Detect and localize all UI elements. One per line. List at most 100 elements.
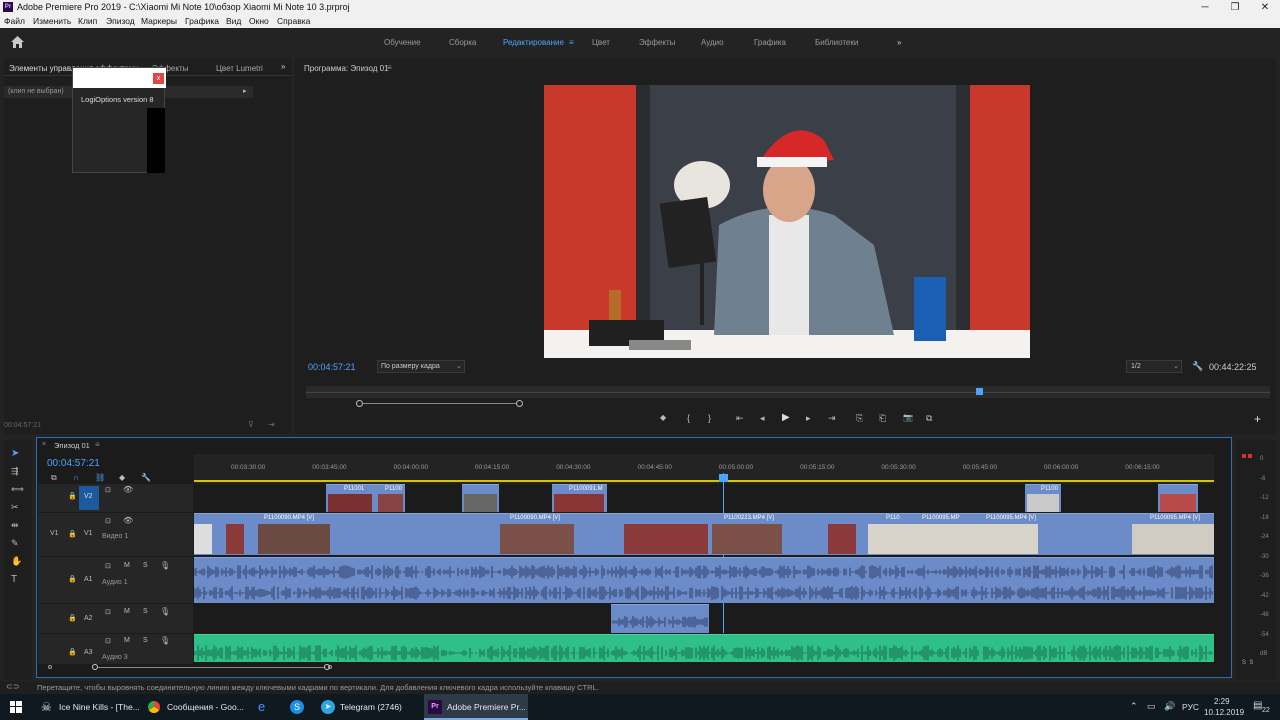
eye-icon[interactable]: 👁 bbox=[123, 516, 133, 525]
v1-clips-track[interactable]: P1100090.MP4 [V] P1100090.MP4 [V] P11002… bbox=[194, 513, 1214, 555]
slip-tool-icon[interactable]: ⇹ bbox=[11, 520, 19, 531]
export-icon[interactable]: ⇥ bbox=[268, 420, 275, 429]
clock-time[interactable]: 2:29 bbox=[1214, 697, 1230, 706]
lift-icon[interactable]: ⎘ bbox=[856, 413, 863, 424]
maximize-button[interactable]: ❐ bbox=[1220, 0, 1250, 15]
program-scrubber[interactable] bbox=[306, 386, 1270, 398]
meter-solo-labels[interactable]: S S bbox=[1242, 660, 1253, 666]
extract-icon[interactable]: ⎗ bbox=[879, 413, 886, 424]
track-target-a2[interactable]: A2 bbox=[84, 615, 93, 622]
sync-lock-icon[interactable]: ⊡ bbox=[105, 562, 111, 570]
skype-icon[interactable]: S bbox=[290, 700, 304, 714]
go-to-out-icon[interactable]: ⇥ bbox=[828, 413, 836, 424]
camera-icon[interactable]: 📷 bbox=[903, 413, 913, 422]
sync-lock-icon[interactable]: ⊡ bbox=[105, 608, 111, 616]
zoom-handle-right[interactable] bbox=[516, 400, 523, 407]
timeline-timecode[interactable]: 00:04:57:21 bbox=[47, 458, 100, 469]
go-to-in-icon[interactable]: ⇤ bbox=[736, 413, 744, 424]
solo-button[interactable]: S bbox=[143, 608, 148, 615]
popup-close-button[interactable]: x bbox=[153, 73, 164, 84]
workspace-more-icon[interactable]: » bbox=[897, 38, 901, 47]
lock-icon[interactable]: 🔒 bbox=[68, 492, 77, 500]
source-v1-label[interactable]: V1 bbox=[50, 530, 59, 537]
minimize-button[interactable]: ─ bbox=[1190, 0, 1220, 15]
menu-edit[interactable]: Изменить bbox=[33, 16, 71, 26]
zoom-bar[interactable] bbox=[363, 403, 516, 404]
program-menu-icon[interactable]: ≡ bbox=[387, 63, 392, 72]
taskbar-item-telegram[interactable]: ➤ Telegram (2746) bbox=[318, 694, 422, 720]
track-select-tool-icon[interactable]: ⇶ bbox=[11, 466, 19, 477]
network-icon[interactable]: ▭ bbox=[1147, 701, 1156, 712]
a3-music-clips[interactable] bbox=[193, 634, 1214, 662]
lock-icon[interactable]: 🔒 bbox=[68, 575, 77, 583]
track-target-a1[interactable]: A1 bbox=[84, 576, 93, 583]
add-marker-icon[interactable]: ◆ bbox=[660, 413, 666, 422]
clip-v2[interactable]: P1100091.M bbox=[552, 484, 607, 512]
workspace-assembly[interactable]: Сборка bbox=[449, 38, 476, 47]
mute-button[interactable]: M bbox=[124, 562, 130, 569]
snap-icon[interactable]: ∩ bbox=[73, 473, 79, 482]
play-only-icon[interactable]: ▸ bbox=[243, 87, 247, 95]
fit-dropdown[interactable]: По размеру кадра ⌄ bbox=[377, 360, 465, 373]
timeline-settings-icon[interactable]: 🔧 bbox=[141, 473, 151, 482]
microphone-icon[interactable]: 🎙 bbox=[160, 607, 170, 616]
tray-chevron-icon[interactable]: ⌃ bbox=[1130, 701, 1138, 712]
resolution-dropdown[interactable]: 1/2 ⌄ bbox=[1126, 360, 1182, 373]
workspace-learning[interactable]: Обучение bbox=[384, 38, 421, 47]
work-area-bar[interactable] bbox=[194, 480, 1214, 482]
workspace-libraries[interactable]: Библиотеки bbox=[815, 38, 858, 47]
workspace-effects[interactable]: Эффекты bbox=[639, 38, 675, 47]
menu-file[interactable]: Файл bbox=[4, 16, 25, 26]
play-icon[interactable]: ▶ bbox=[782, 412, 790, 423]
nest-icon[interactable]: ⧉ bbox=[51, 473, 57, 483]
compare-icon[interactable]: ⧉ bbox=[926, 413, 932, 424]
selection-tool-icon[interactable]: ➤ bbox=[11, 448, 19, 459]
taskbar-item-messages[interactable]: Сообщения - Goo... bbox=[144, 694, 248, 720]
lock-icon[interactable]: 🔒 bbox=[68, 648, 77, 656]
timeline-playhead[interactable] bbox=[719, 474, 728, 482]
lock-icon[interactable]: 🔒 bbox=[68, 614, 77, 622]
razor-tool-icon[interactable]: ✂ bbox=[11, 502, 19, 513]
workspace-audio[interactable]: Аудио bbox=[701, 38, 724, 47]
track-target-a3[interactable]: A3 bbox=[84, 649, 93, 656]
workspace-editing[interactable]: Редактирование bbox=[503, 38, 564, 47]
sync-lock-icon[interactable]: ⊡ bbox=[105, 486, 111, 494]
sync-lock-icon[interactable]: ⊡ bbox=[105, 517, 111, 525]
filter-icon[interactable]: ⊽ bbox=[248, 420, 254, 429]
a1-audio-clips[interactable] bbox=[193, 557, 1214, 603]
type-tool-icon[interactable]: T bbox=[11, 574, 17, 585]
step-back-icon[interactable]: ◂ bbox=[760, 413, 765, 424]
workspace-menu-icon[interactable]: ≡ bbox=[569, 38, 574, 47]
clip-v2[interactable] bbox=[1158, 484, 1198, 512]
program-playhead[interactable] bbox=[975, 388, 983, 395]
close-window-button[interactable]: ✕ bbox=[1250, 0, 1280, 15]
timeline-menu-icon[interactable]: ≡ bbox=[95, 440, 100, 449]
menu-clip[interactable]: Клип bbox=[78, 16, 97, 26]
solo-button[interactable]: S bbox=[143, 637, 148, 644]
mute-button[interactable]: M bbox=[124, 637, 130, 644]
time-ruler[interactable]: 00:03:30:00 00:03:45:00 00:04:00:00 00:04:1… bbox=[194, 454, 1214, 484]
add-marker-icon[interactable]: ◆ bbox=[119, 473, 125, 482]
taskbar-item-premiere[interactable]: Pr Adobe Premiere Pr... bbox=[424, 694, 528, 720]
clip-v2[interactable]: P11001 bbox=[326, 484, 376, 512]
language-indicator[interactable]: РУС bbox=[1182, 702, 1199, 712]
add-button-icon[interactable]: + bbox=[1254, 412, 1261, 426]
close-tab-icon[interactable]: × bbox=[42, 441, 46, 448]
clip-v2[interactable]: P1100 bbox=[376, 484, 405, 512]
wrench-icon[interactable]: 🔧 bbox=[1192, 361, 1203, 372]
workspace-graphics[interactable]: Графика bbox=[754, 38, 786, 47]
mute-button[interactable]: M bbox=[124, 608, 130, 615]
clip-v2[interactable] bbox=[462, 484, 499, 512]
linked-selection-icon[interactable]: ⛓ bbox=[95, 473, 105, 482]
edge-icon[interactable]: e bbox=[258, 699, 265, 714]
workspace-color[interactable]: Цвет bbox=[592, 38, 610, 47]
track-target-v1[interactable]: V1 bbox=[84, 530, 93, 537]
mark-out-icon[interactable]: } bbox=[708, 413, 711, 423]
ripple-edit-tool-icon[interactable]: ⟺ bbox=[11, 484, 24, 495]
lock-icon[interactable]: 🔒 bbox=[68, 530, 77, 538]
pen-tool-icon[interactable]: ✎ bbox=[11, 538, 19, 549]
menu-sequence[interactable]: Эпизод bbox=[106, 16, 135, 26]
microphone-icon[interactable]: 🎙 bbox=[160, 561, 170, 570]
solo-button[interactable]: S bbox=[143, 562, 148, 569]
mark-in-icon[interactable]: { bbox=[687, 413, 690, 423]
